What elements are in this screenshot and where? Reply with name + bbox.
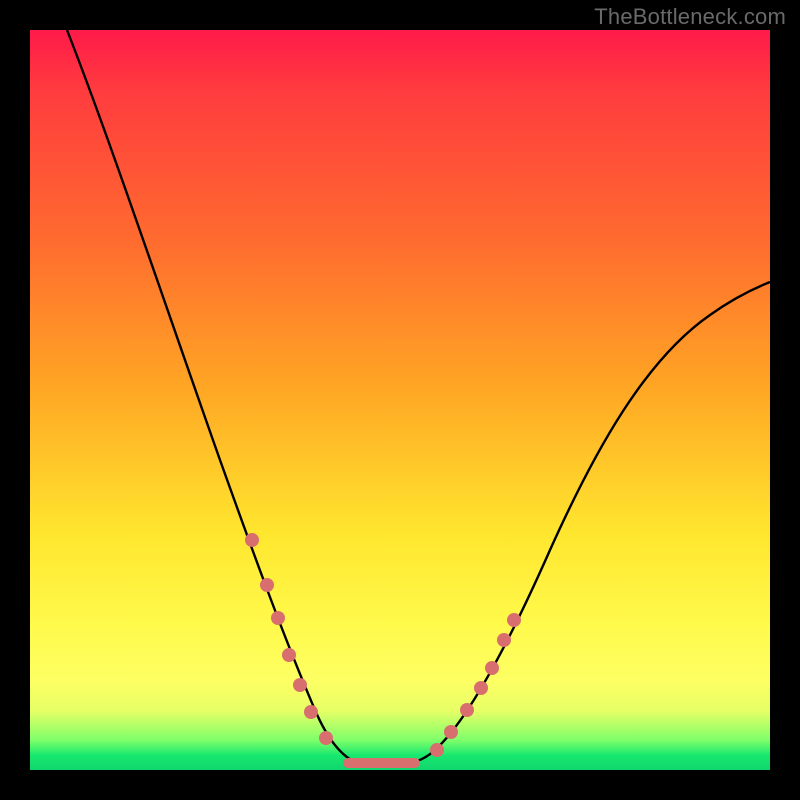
bottleneck-curve (67, 30, 770, 766)
highlight-dot (282, 648, 296, 662)
highlight-dot (430, 743, 444, 757)
watermark-text: TheBottleneck.com (594, 4, 786, 30)
highlight-dot (260, 578, 274, 592)
highlight-dot (293, 678, 307, 692)
highlight-dot (319, 731, 333, 745)
curve-svg (30, 30, 770, 770)
highlight-dot (271, 611, 285, 625)
highlight-dot (474, 681, 488, 695)
highlight-dot (444, 725, 458, 739)
highlight-dot (507, 613, 521, 627)
highlight-dot (460, 703, 474, 717)
highlight-dot (304, 705, 318, 719)
highlight-dot (485, 661, 499, 675)
highlight-dot (497, 633, 511, 647)
plot-area (30, 30, 770, 770)
highlight-dot (245, 533, 259, 547)
chart-frame: TheBottleneck.com (0, 0, 800, 800)
